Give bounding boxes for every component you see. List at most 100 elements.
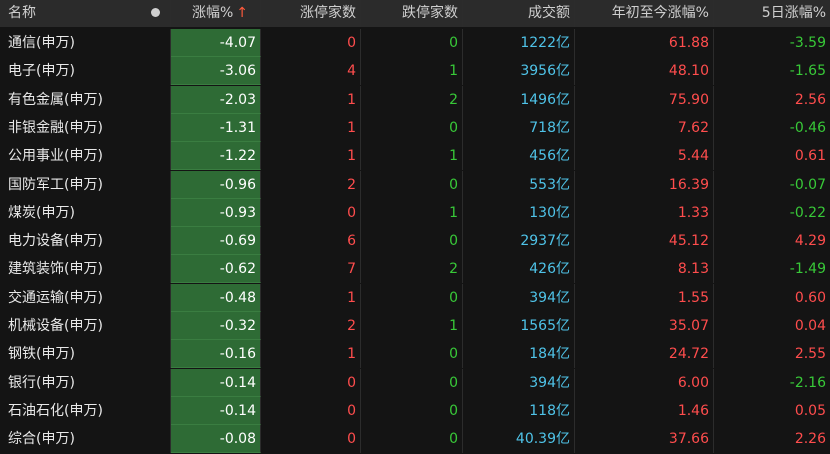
- column-header-name[interactable]: 名称: [0, 0, 140, 27]
- row-ytd: 61.88: [575, 29, 714, 57]
- row-limit-up: 0: [261, 368, 361, 397]
- row-change: -0.93: [171, 198, 261, 227]
- row-limit-up: 0: [261, 29, 361, 57]
- row-indicator: [140, 425, 171, 454]
- row-change: -0.62: [171, 255, 261, 284]
- row-indicator: [140, 113, 171, 142]
- row-limit-down: 0: [361, 113, 463, 142]
- row-limit-up: 2: [261, 170, 361, 199]
- row-indicator: [140, 198, 171, 227]
- row-five-day: -2.16: [789, 374, 826, 391]
- row-limit-down: 0: [361, 368, 463, 397]
- table-row[interactable]: 非银金融(申万) -1.31 1 0 718亿 7.62 -0.46: [0, 113, 830, 142]
- row-indicator: [140, 227, 171, 256]
- row-ytd: 48.10: [575, 57, 714, 86]
- row-ytd: 75.90: [575, 85, 714, 114]
- row-name: 钢铁(申万): [8, 346, 75, 363]
- row-indicator: [140, 312, 171, 340]
- row-limit-down: 0: [361, 29, 463, 57]
- row-change: -0.14: [171, 368, 261, 397]
- table-row[interactable]: 机械设备(申万) -0.32 2 1 1565亿 35.07 0.04: [0, 312, 830, 340]
- row-limit-up: 6: [261, 227, 361, 256]
- row-volume: 394亿: [463, 283, 575, 312]
- row-limit-down: 0: [361, 396, 463, 425]
- column-header-limit-up[interactable]: 涨停家数: [261, 0, 361, 27]
- row-limit-down: 1: [361, 57, 463, 86]
- row-change: -1.22: [171, 142, 261, 171]
- sort-ascending-icon: ↑: [236, 5, 248, 21]
- row-volume: 394亿: [463, 368, 575, 397]
- row-five-day: 0.61: [794, 148, 826, 165]
- row-ytd: 45.12: [575, 227, 714, 256]
- row-volume: 426亿: [463, 255, 575, 284]
- row-name: 公用事业(申万): [8, 148, 103, 165]
- row-limit-up: 0: [261, 198, 361, 227]
- row-change: -0.69: [171, 227, 261, 256]
- row-volume: 184亿: [463, 340, 575, 369]
- column-header-indicator[interactable]: [140, 0, 171, 27]
- row-ytd: 1.55: [575, 283, 714, 312]
- table-row[interactable]: 建筑装饰(申万) -0.62 7 2 426亿 8.13 -1.49: [0, 255, 830, 284]
- row-name: 银行(申万): [8, 374, 75, 391]
- row-name: 电子(申万): [8, 63, 75, 80]
- row-name: 石油石化(申万): [8, 402, 103, 419]
- row-ytd: 1.46: [575, 396, 714, 425]
- table-row[interactable]: 综合(申万) -0.08 0 0 40.39亿 37.66 2.26: [0, 425, 830, 454]
- row-ytd: 16.39: [575, 170, 714, 199]
- row-five-day: -0.07: [789, 176, 826, 193]
- table-row[interactable]: 有色金属(申万) -2.03 1 2 1496亿 75.90 2.56: [0, 85, 830, 114]
- row-indicator: [140, 57, 171, 86]
- row-change: -1.31: [171, 113, 261, 142]
- table-row[interactable]: 通信(申万) -4.07 0 0 1222亿 61.88 -3.59: [0, 29, 830, 57]
- row-ytd: 8.13: [575, 255, 714, 284]
- table-row[interactable]: 钢铁(申万) -0.16 1 0 184亿 24.72 2.55: [0, 340, 830, 369]
- table-row[interactable]: 国防军工(申万) -0.96 2 0 553亿 16.39 -0.07: [0, 170, 830, 199]
- row-limit-down: 1: [361, 198, 463, 227]
- table-row[interactable]: 石油石化(申万) -0.14 0 0 118亿 1.46 0.05: [0, 396, 830, 425]
- row-indicator: [140, 255, 171, 284]
- row-limit-down: 0: [361, 170, 463, 199]
- column-header-change-label: 涨幅%: [191, 5, 234, 21]
- row-limit-down: 0: [361, 340, 463, 369]
- row-volume: 456亿: [463, 142, 575, 171]
- row-indicator: [140, 396, 171, 425]
- table-row[interactable]: 交通运输(申万) -0.48 1 0 394亿 1.55 0.60: [0, 283, 830, 312]
- column-header-ytd[interactable]: 年初至今涨幅%: [575, 0, 714, 27]
- table-row[interactable]: 煤炭(申万) -0.93 0 1 130亿 1.33 -0.22: [0, 198, 830, 227]
- table-row[interactable]: 公用事业(申万) -1.22 1 1 456亿 5.44 0.61: [0, 142, 830, 171]
- row-five-day: -0.46: [789, 119, 826, 136]
- column-header-five-day[interactable]: 5日涨幅%: [714, 0, 830, 27]
- row-five-day: 0.60: [794, 289, 826, 306]
- row-limit-up: 1: [261, 113, 361, 142]
- row-change: -0.16: [171, 340, 261, 369]
- row-ytd: 7.62: [575, 113, 714, 142]
- table-row[interactable]: 银行(申万) -0.14 0 0 394亿 6.00 -2.16: [0, 368, 830, 397]
- row-limit-up: 1: [261, 283, 361, 312]
- column-header-change[interactable]: 涨幅% ↑: [171, 0, 261, 27]
- column-header-limit-down[interactable]: 跌停家数: [361, 0, 463, 27]
- table-row[interactable]: 电力设备(申万) -0.69 6 0 2937亿 45.12 4.29: [0, 227, 830, 256]
- row-limit-down: 1: [361, 312, 463, 340]
- row-volume: 718亿: [463, 113, 575, 142]
- row-five-day: -3.59: [789, 35, 826, 51]
- row-change: -0.96: [171, 170, 261, 199]
- industry-ranking-table: 名称 涨幅% ↑ 涨停家数 跌停家数 成交额 年初至今涨幅% 5日涨幅% 通信(申…: [0, 0, 830, 454]
- row-change: -0.48: [171, 283, 261, 312]
- row-indicator: [140, 29, 171, 57]
- row-ytd: 35.07: [575, 312, 714, 340]
- circle-dot-icon: [150, 7, 160, 17]
- row-indicator: [140, 283, 171, 312]
- row-name: 综合(申万): [8, 431, 75, 448]
- table-header: 名称 涨幅% ↑ 涨停家数 跌停家数 成交额 年初至今涨幅% 5日涨幅%: [0, 0, 830, 27]
- row-ytd: 6.00: [575, 368, 714, 397]
- row-five-day: 4.29: [794, 233, 826, 250]
- row-limit-down: 1: [361, 142, 463, 171]
- row-limit-up: 1: [261, 85, 361, 114]
- row-limit-down: 0: [361, 283, 463, 312]
- row-limit-down: 0: [361, 425, 463, 454]
- column-header-volume[interactable]: 成交额: [463, 0, 575, 27]
- row-limit-up: 1: [261, 142, 361, 171]
- table-row[interactable]: 电子(申万) -3.06 4 1 3956亿 48.10 -1.65: [0, 57, 830, 86]
- row-name: 电力设备(申万): [8, 233, 103, 250]
- row-limit-up: 7: [261, 255, 361, 284]
